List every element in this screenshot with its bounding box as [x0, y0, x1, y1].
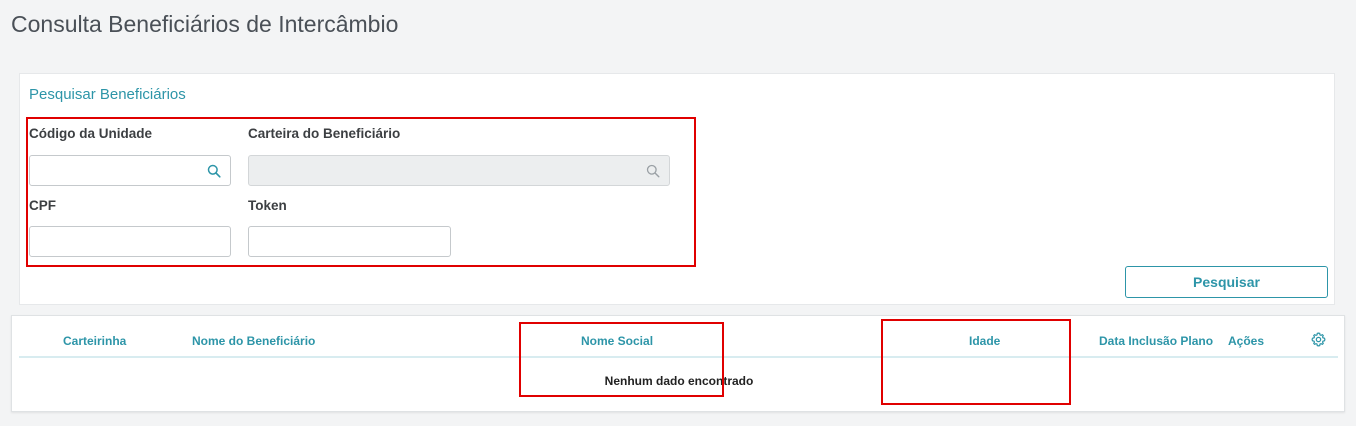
token-input[interactable] [248, 226, 451, 257]
column-header-nome-social[interactable]: Nome Social [581, 334, 653, 348]
column-header-acoes: Ações [1228, 334, 1265, 348]
carteira-label: Carteira do Beneficiário [248, 126, 401, 141]
results-table: Carteirinha Nome do Beneficiário Nome So… [11, 315, 1345, 412]
carteira-input[interactable] [248, 155, 670, 186]
column-header-data-inclusao-plano[interactable]: Data Inclusão Plano [1099, 334, 1213, 348]
empty-table-message: Nenhum dado encontrado [604, 374, 754, 388]
table-header: Carteirinha Nome do Beneficiário Nome So… [19, 322, 1338, 358]
codigo-unidade-label: Código da Unidade [29, 126, 152, 141]
column-header-carteirinha[interactable]: Carteirinha [63, 334, 126, 348]
pesquisar-button[interactable]: Pesquisar [1125, 266, 1328, 298]
column-header-nome-beneficiario[interactable]: Nome do Beneficiário [192, 334, 315, 348]
token-label: Token [248, 198, 287, 213]
search-icon [646, 164, 660, 178]
cpf-label: CPF [29, 198, 56, 213]
cpf-input[interactable] [29, 226, 231, 257]
search-icon[interactable] [207, 164, 221, 178]
page-title: Consulta Beneficiários de Intercâmbio [11, 11, 399, 37]
codigo-unidade-input[interactable] [29, 155, 231, 186]
gear-icon[interactable] [1311, 332, 1326, 347]
search-panel-title: Pesquisar Beneficiários [29, 86, 186, 103]
column-header-idade[interactable]: Idade [969, 334, 1000, 348]
search-panel: Pesquisar Beneficiários Código da Unidad… [19, 73, 1335, 305]
